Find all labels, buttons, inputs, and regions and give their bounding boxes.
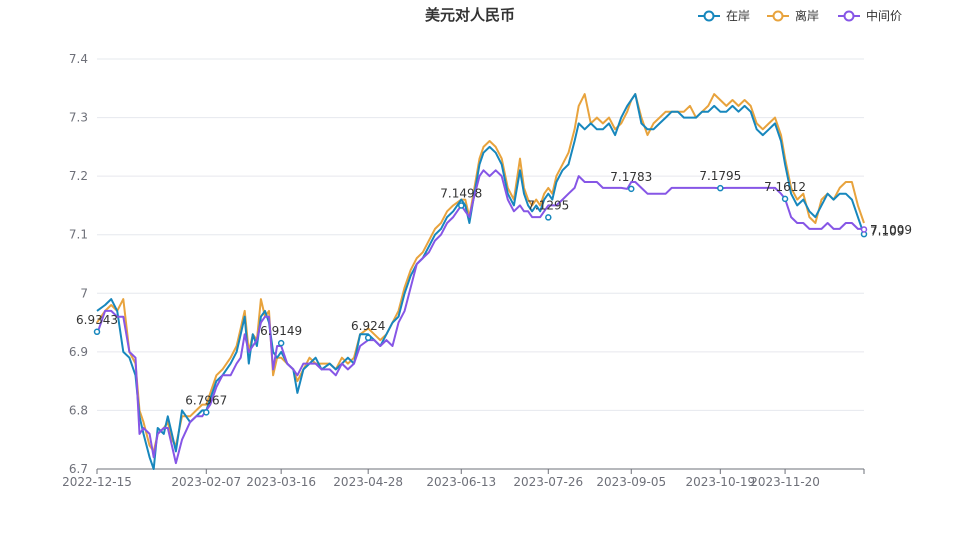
annotation-point <box>781 195 789 203</box>
y-tick-label: 7.4 <box>69 52 88 66</box>
data-label: 6.9343 <box>76 313 118 327</box>
y-tick-label: 6.7 <box>69 462 88 476</box>
series-line-0 <box>96 93 865 470</box>
y-tick-label: 6.8 <box>69 403 88 417</box>
data-label: 7.1612 <box>764 180 806 194</box>
legend-swatch-marker <box>772 10 784 22</box>
data-label: 7.1795 <box>699 169 741 183</box>
legend-swatch-marker <box>703 10 715 22</box>
legend-label: 中间价 <box>866 8 902 23</box>
data-label: 7.1498 <box>440 187 482 201</box>
data-label: 7.1295 <box>527 198 569 212</box>
annotation-point <box>860 226 868 233</box>
x-tick-label: 2023-09-05 <box>596 475 666 489</box>
x-tick-label: 2022-12-15 <box>62 475 132 489</box>
data-label: 7.1783 <box>610 170 652 184</box>
annotation-point <box>717 184 724 192</box>
legend-label: 离岸 <box>795 8 819 23</box>
x-tick-label: 2023-04-28 <box>333 475 403 489</box>
y-tick-label: 7.2 <box>69 169 88 183</box>
annotation-point <box>628 185 635 193</box>
legend-label: 在岸 <box>726 9 750 23</box>
annotation-point <box>458 202 465 209</box>
y-tick-label: 6.9 <box>69 345 88 359</box>
legend[interactable]: 在岸 离岸 中间价 <box>698 8 902 23</box>
data-label: 6.9149 <box>260 324 302 338</box>
y-tick-label: 7.3 <box>69 111 88 125</box>
data-label: 6.924 <box>351 319 385 333</box>
data-label: 7.109 <box>870 224 904 238</box>
chart-root: 美元对人民币 6.7 6.8 6.9 7 7.1 7.2 7.3 7.4 2022-12-15 2… <box>0 0 960 540</box>
annotation-point <box>203 409 210 416</box>
annotation-point <box>364 334 372 342</box>
x-tick-label: 2023-03-16 <box>246 475 316 489</box>
annotation-point <box>277 339 285 347</box>
x-tick-label: 2023-10-19 <box>685 475 755 489</box>
legend-swatch-marker <box>843 10 855 22</box>
data-label: 6.7967 <box>185 393 227 407</box>
line-chart: 美元对人民币 6.7 6.8 6.9 7 7.1 7.2 7.3 7.4 2022-12-15 2… <box>62 6 912 489</box>
x-tick-label: 2023-02-07 <box>171 475 241 489</box>
series-layer <box>96 93 865 470</box>
grid-lines <box>97 58 864 411</box>
x-tick-label: 2023-06-13 <box>426 475 496 489</box>
legend-item-0[interactable]: 在岸 <box>698 9 750 23</box>
annotation-point <box>93 328 101 336</box>
y-tick-label: 7.1 <box>69 228 88 242</box>
chart-title: 美元对人民币 <box>425 6 515 24</box>
y-tick-label: 7 <box>80 286 88 300</box>
series-line-2 <box>96 169 864 465</box>
annotation-point <box>545 214 552 221</box>
legend-item-2[interactable]: 中间价 <box>838 8 902 23</box>
x-tick-label: 2023-07-26 <box>513 475 583 489</box>
x-tick-label: 2023-11-20 <box>750 475 820 489</box>
legend-item-1[interactable]: 离岸 <box>767 8 819 23</box>
